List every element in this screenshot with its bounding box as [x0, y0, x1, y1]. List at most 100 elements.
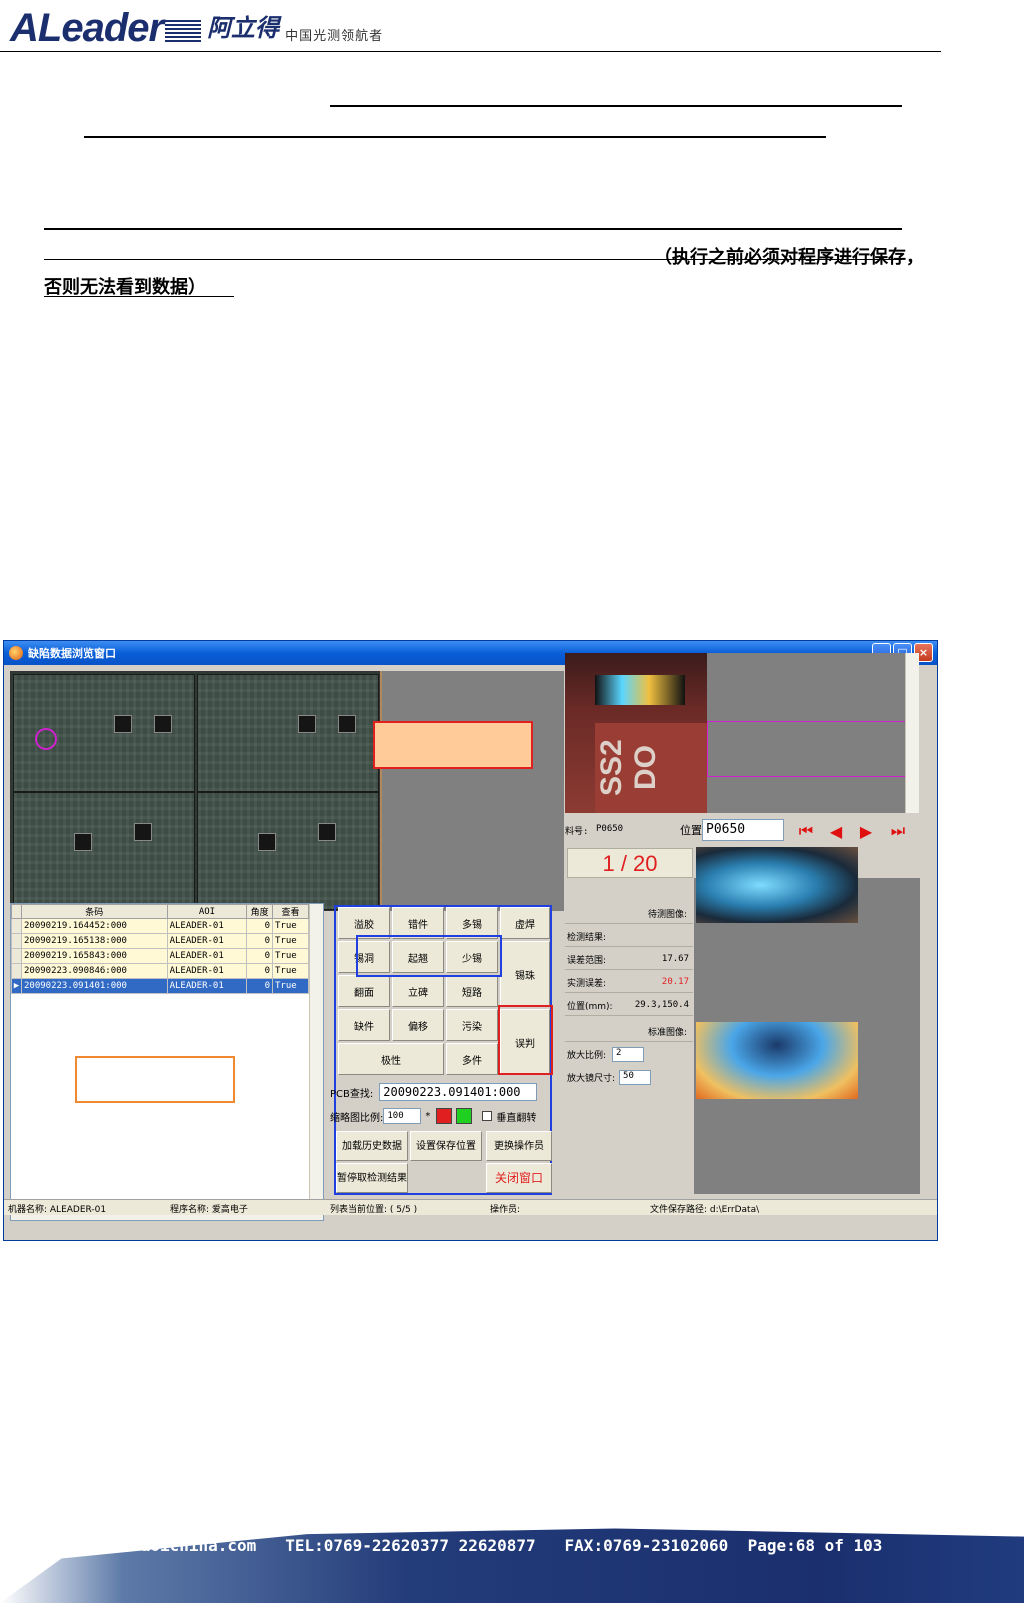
standard-image [696, 1022, 858, 1099]
cell-angle: 0 [246, 948, 273, 964]
pcb-chip [258, 833, 276, 851]
row-marker [11, 948, 22, 964]
table-row[interactable]: 20090219.165138:000 ALEADER-01 0 True [11, 933, 309, 949]
status-bar: 机器名称: ALEADER-01 程序名称: 爱高电子 列表当前位置: ( 5/… [4, 1199, 937, 1215]
test-image [696, 847, 858, 923]
actual-error-row: 实测误差: 20.17 [565, 972, 693, 993]
pcb-chip [338, 715, 356, 733]
thumbnail-options-row: 缩略图比例: 100 * 垂直翻转 [330, 1108, 536, 1124]
table-row[interactable]: 20090223.090846:000 ALEADER-01 0 True [11, 963, 309, 979]
image-scrollbar[interactable] [905, 653, 919, 813]
highlight-box-blue [356, 935, 502, 977]
status-program-name: 程序名称: 爱高电子 [170, 1205, 248, 1215]
column-header-aoi[interactable]: AOI [166, 904, 248, 919]
vertical-flip-checkbox[interactable] [482, 1111, 493, 1121]
change-operator-button[interactable]: 更换操作员 [486, 1131, 552, 1161]
pcb-chip [74, 833, 92, 851]
cell-barcode: 20090223.090846:000 [21, 963, 168, 979]
defect-button-solder-ball[interactable]: 锡珠 [500, 941, 550, 1007]
cell-angle: 0 [246, 933, 273, 949]
zoom-size-label: 放大镜尺寸: [567, 1074, 616, 1084]
cell-view: True [272, 978, 309, 994]
result-label: 检测结果: [567, 932, 607, 943]
next-record-icon[interactable]: ▶ [852, 820, 880, 842]
zoom-size-row: 放大镜尺寸: 50 [565, 1067, 693, 1088]
text-underline-1 [330, 105, 902, 107]
defect-browser-window: 缺陷数据浏览窗口 _ □ × [3, 640, 938, 1241]
cell-aoi: ALEADER-01 [166, 963, 248, 979]
table-row-selected[interactable]: ▶ 20090223.091401:000 ALEADER-01 0 True [11, 978, 309, 994]
logo-chinese-name: 阿立得 [207, 14, 280, 42]
highlight-box-pink [707, 721, 915, 777]
defect-button-tombstone[interactable]: 立碑 [392, 975, 444, 1007]
header-divider [0, 51, 941, 52]
close-window-action-button[interactable]: 关闭窗口 [486, 1163, 552, 1193]
list-vertical-scrollbar[interactable] [309, 904, 323, 1220]
highlight-box-peach [373, 721, 533, 769]
position-mm-value: 29.3,150.4 [634, 1000, 689, 1010]
red-color-button[interactable] [436, 1108, 453, 1124]
row-marker [11, 933, 22, 949]
logo-slogan: 中国光测领航者 [285, 29, 384, 44]
pcb-chip [114, 715, 132, 733]
column-header-view[interactable]: 查看 [272, 904, 309, 919]
cell-barcode: 20090219.164452:000 [21, 918, 168, 934]
pcb-chip [134, 823, 152, 841]
table-row[interactable]: 20090219.164452:000 ALEADER-01 0 True [11, 918, 309, 934]
app-icon [9, 646, 23, 660]
note-line-1: （执行之前必须对程序进行保存， [654, 247, 924, 268]
highlight-box-orange [75, 1056, 235, 1103]
cell-view: True [272, 963, 309, 979]
cell-aoi: ALEADER-01 [166, 978, 248, 994]
pause-results-button[interactable]: 暂停取检测结果 [336, 1163, 408, 1193]
previous-record-icon[interactable]: ◀ [822, 820, 850, 842]
text-underline-3 [44, 228, 902, 230]
column-header-angle[interactable]: 角度 [246, 904, 273, 919]
cell-view: True [272, 918, 309, 934]
thumbnail-ratio-label: 缩略图比例: [330, 1112, 384, 1124]
defect-button-offset[interactable]: 偏移 [392, 1009, 444, 1041]
tolerance-value: 17.67 [661, 954, 689, 964]
green-color-button[interactable] [456, 1108, 473, 1124]
column-header-barcode[interactable]: 条码 [21, 904, 168, 919]
pcb-query-row: PCB查找: 20090223.091401:000 [330, 1083, 538, 1101]
cell-barcode: 20090219.165138:000 [21, 933, 168, 949]
table-row[interactable]: 20090219.165843:000 ALEADER-01 0 True [11, 948, 309, 964]
defect-button-missing-part[interactable]: 缺件 [338, 1009, 390, 1041]
position-label: 位置 [680, 824, 702, 837]
defect-button-cold-joint[interactable]: 虚焊 [500, 907, 550, 939]
cell-angle: 0 [246, 978, 273, 994]
position-input[interactable]: P0650 [702, 819, 784, 841]
actual-error-value: 20.17 [661, 977, 689, 987]
defect-button-polarity[interactable]: 极性 [338, 1043, 444, 1075]
cell-angle: 0 [246, 963, 273, 979]
current-row-arrow-icon: ▶ [11, 978, 22, 994]
zoom-ratio-spinner[interactable]: 2 [612, 1047, 645, 1062]
defect-marker-circle [35, 728, 57, 750]
defect-button-flipped[interactable]: 翻面 [338, 975, 390, 1007]
company-logo: ALeader 阿立得 中国光测领航者 [10, 4, 383, 48]
position-mm-label: 位置(mm): [567, 1001, 613, 1012]
page-footer: Http:www.aoichina.com TEL:0769-22620377 … [0, 1500, 1024, 1603]
part-number-value: P0650 [596, 824, 624, 834]
set-save-location-button[interactable]: 设置保存位置 [410, 1131, 482, 1161]
thumbnail-ratio-spinner[interactable]: 100 [383, 1108, 422, 1124]
first-record-icon[interactable]: ⏮ [792, 820, 820, 842]
component-marking: SS2 DO [595, 723, 707, 813]
pcb-query-input[interactable]: 20090223.091401:000 [379, 1083, 538, 1101]
footer-swoosh-graphic [0, 1528, 1024, 1603]
pcb-chip [154, 715, 172, 733]
cell-barcode: 20090223.091401:000 [21, 978, 168, 994]
defect-button-short[interactable]: 短路 [446, 975, 498, 1007]
last-record-icon[interactable]: ⏭ [884, 820, 912, 842]
cell-aoi: ALEADER-01 [166, 933, 248, 949]
window-title: 缺陷数据浏览窗口 [28, 647, 116, 660]
part-number-label: 料号: [565, 827, 589, 837]
pcb-overview-image[interactable] [10, 671, 380, 911]
load-history-button[interactable]: 加载历史数据 [336, 1131, 408, 1161]
tolerance-label: 误差范围: [567, 955, 607, 966]
defect-button-extra-part[interactable]: 多件 [446, 1043, 498, 1075]
zoom-size-spinner[interactable]: 50 [619, 1070, 652, 1085]
defect-button-contamination[interactable]: 污染 [446, 1009, 498, 1041]
test-image-label: 待测图像: [565, 903, 693, 924]
